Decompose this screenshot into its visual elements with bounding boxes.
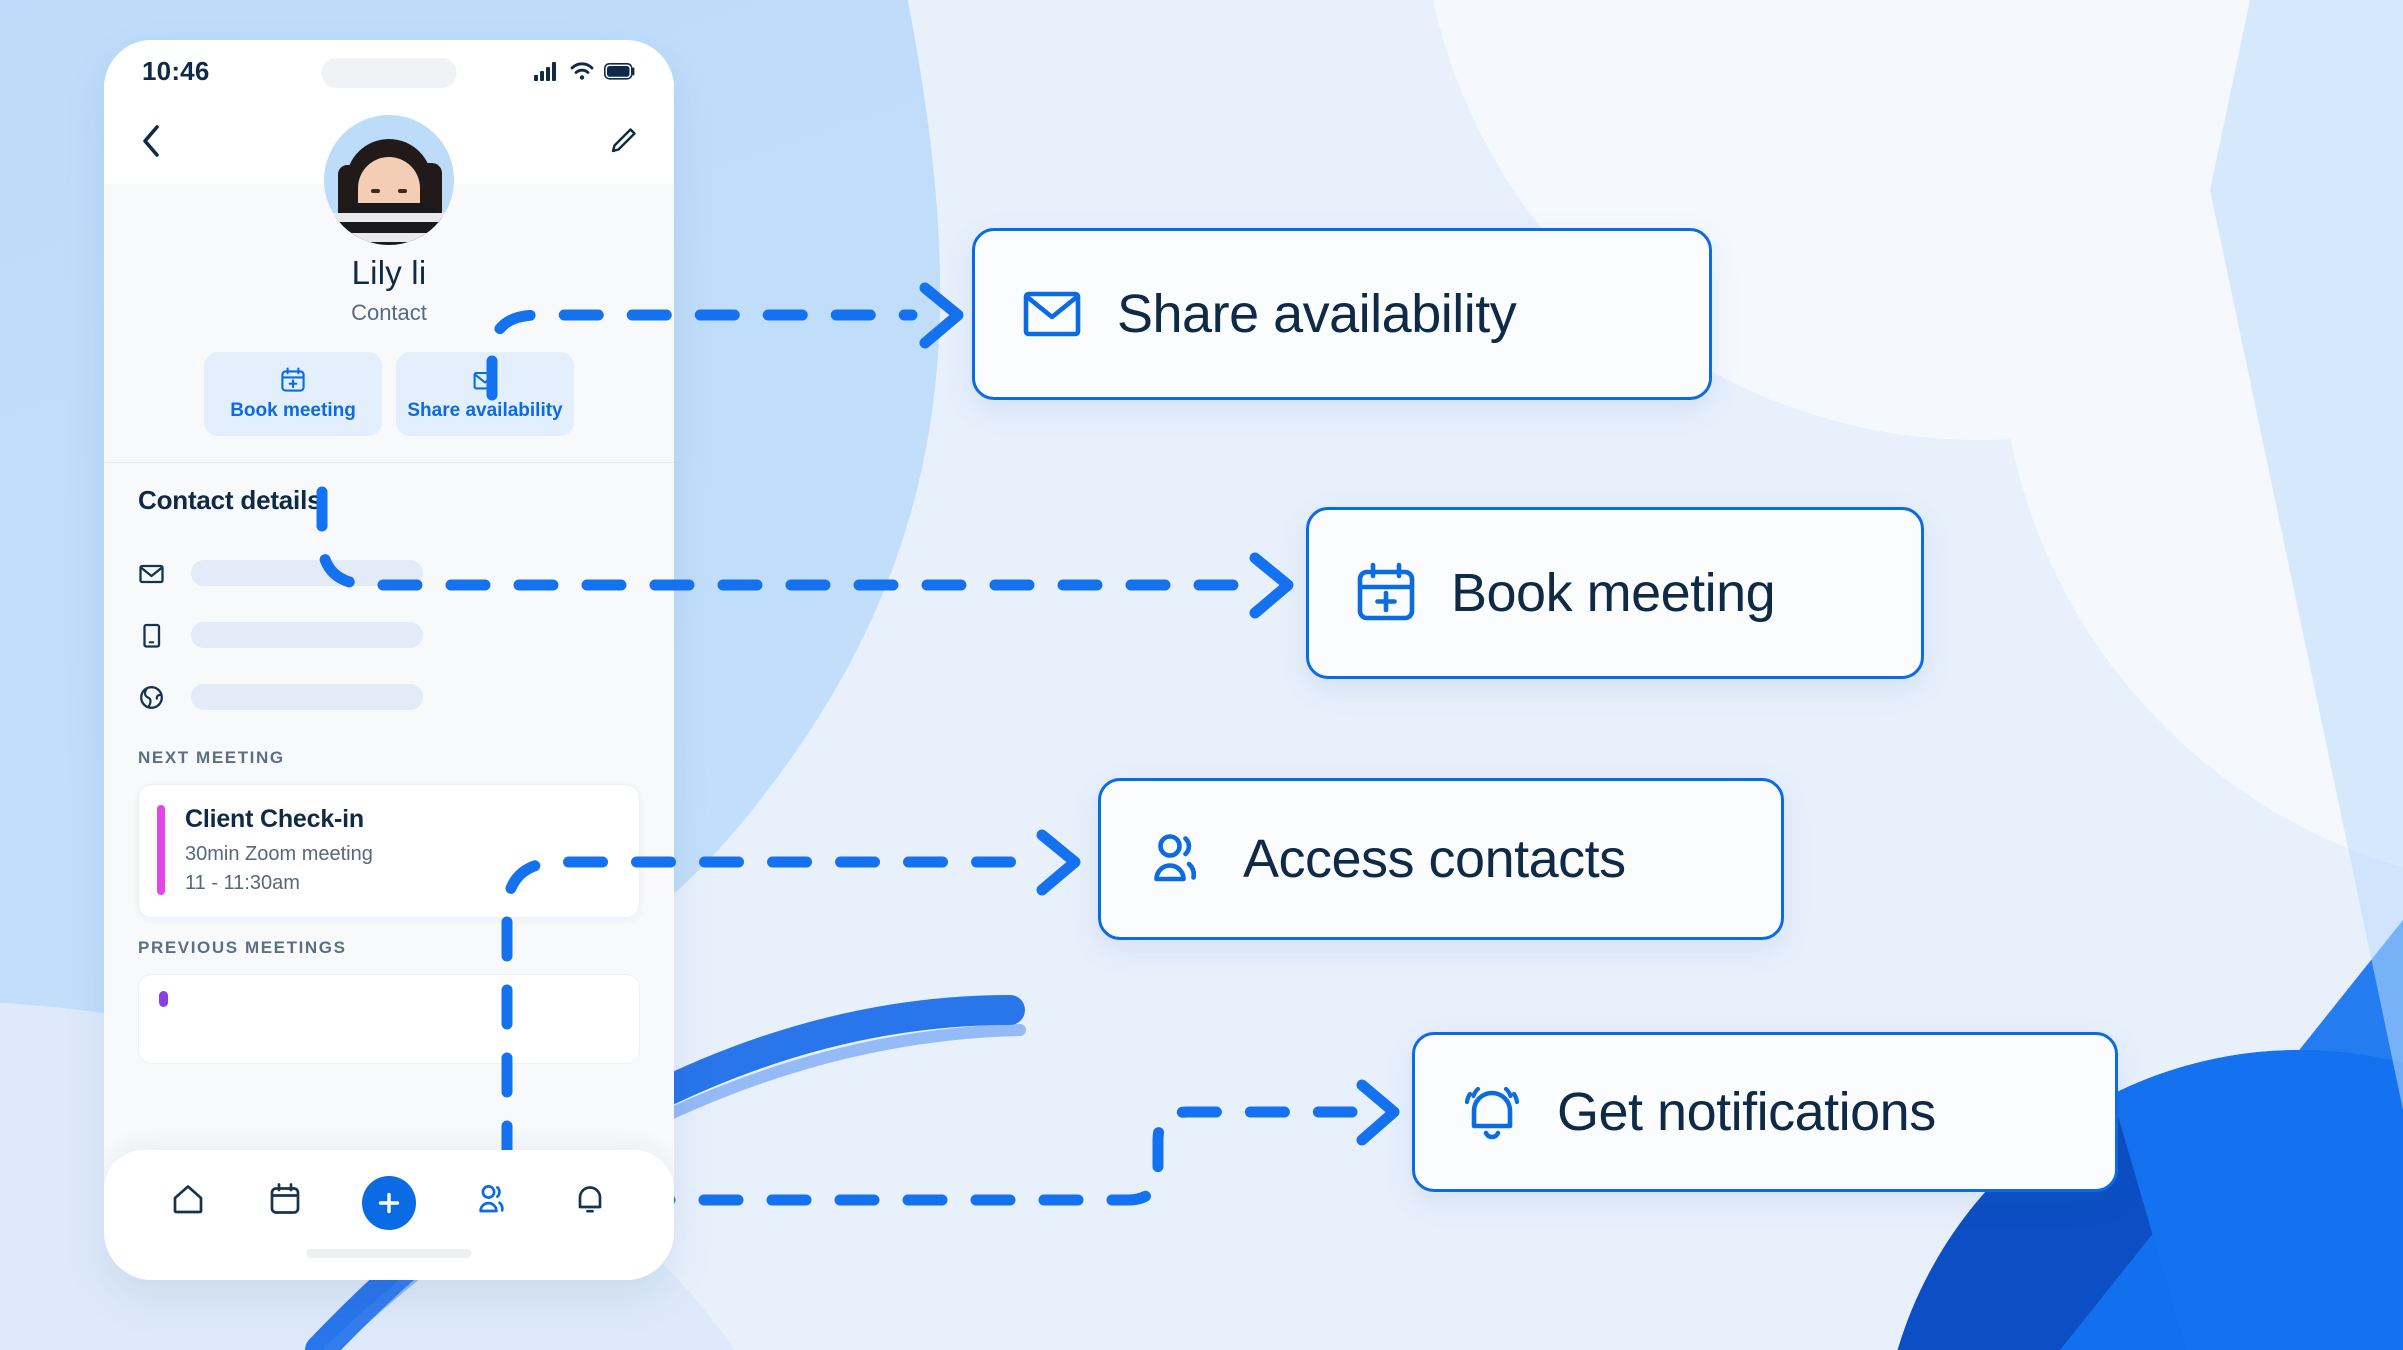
callout-label: Get notifications [1557,1082,1936,1142]
profile-role: Contact [351,300,427,325]
status-icons [534,61,636,81]
avatar-eye-right [398,189,407,193]
calendar-icon [270,1183,299,1214]
avatar-eye-left [371,189,380,193]
tab-home[interactable] [169,1180,207,1218]
bottom-tab-bar [104,1150,674,1280]
calendar-plus-icon [1357,562,1415,621]
create-fab-button[interactable] [361,1176,416,1230]
promo-graphic: 10:46 Lily li Contact Book meeting Share… [0,0,2403,1350]
globe-icon [140,685,163,709]
plus-icon [378,1192,400,1214]
quick-action-share-availability[interactable]: Share availability [396,352,574,436]
callout-access-contacts[interactable]: Access contacts [1098,778,1784,940]
bell-ringing-icon [1464,1086,1520,1140]
envelope-icon [1023,291,1081,337]
next-meeting-card[interactable]: Client Check-in 30min Zoom meeting 11 - … [138,784,640,918]
meeting-subtitle: 30min Zoom meeting [185,843,373,865]
contact-detail-rows [138,542,640,728]
quick-action-book-meeting[interactable]: Book meeting [204,352,382,436]
detail-row-email[interactable] [138,542,640,604]
battery-icon [604,62,635,80]
detail-value-placeholder [191,684,423,710]
next-meeting-label: NEXT MEETING [138,748,285,767]
callout-get-notifications[interactable]: Get notifications [1412,1032,2118,1192]
tab-create[interactable] [361,1176,416,1230]
avatar [324,115,454,245]
contacts-people-icon [1154,834,1197,882]
callout-label: Share availability [1117,284,1517,344]
contacts-people-icon [479,1185,505,1213]
callout-label: Book meeting [1451,563,1776,623]
detail-value-placeholder [191,560,423,586]
status-time: 10:46 [142,55,210,86]
avatar-stripe-2 [333,233,445,242]
previous-meeting-accent [159,991,168,1007]
previous-meeting-card[interactable] [138,974,640,1064]
avatar-container[interactable] [324,115,454,245]
cellular-signal-icon [534,61,556,81]
envelope-icon [473,371,497,389]
tab-contacts[interactable] [474,1180,512,1218]
quick-action-label: Share availability [407,399,563,421]
quick-action-label: Book meeting [230,399,356,421]
callout-share-availability[interactable]: Share availability [972,228,1712,400]
status-bar: 10:46 [104,40,674,102]
chevron-left-icon [143,124,159,157]
contact-details-title: Contact details [138,485,322,515]
detail-row-website[interactable] [138,666,640,728]
dynamic-island [321,58,457,88]
pencil-edit-icon [611,127,636,152]
envelope-icon [139,564,164,583]
callout-book-meeting[interactable]: Book meeting [1306,507,1924,679]
meeting-time: 11 - 11:30am [185,872,300,894]
quick-actions: Book meeting Share availability [104,352,674,462]
detail-value-placeholder [191,622,423,648]
calendar-plus-icon [281,367,305,392]
callout-label: Access contacts [1243,829,1626,889]
bell-icon [578,1186,602,1213]
previous-meetings-label: PREVIOUS MEETINGS [138,938,347,957]
tab-notifications[interactable] [571,1180,609,1218]
back-button[interactable] [140,124,161,163]
avatar-torso [333,203,445,245]
tab-calendar[interactable] [266,1180,304,1218]
page-title: Lily li [351,254,427,291]
avatar-stripe-1 [333,213,445,222]
meeting-card-body: Client Check-in 30min Zoom meeting 11 - … [185,805,373,895]
wifi-icon [570,62,594,80]
phone-top-section: 10:46 [104,40,674,245]
meeting-title: Client Check-in [185,805,364,833]
mobile-phone-icon [143,623,161,648]
edit-profile-button[interactable] [608,126,638,161]
detail-row-phone[interactable] [138,604,640,666]
meeting-accent-bar [157,805,165,895]
phone-mockup: 10:46 Lily li Contact Book meeting Share… [104,40,674,1280]
home-indicator [306,1249,472,1258]
home-icon [173,1185,203,1214]
